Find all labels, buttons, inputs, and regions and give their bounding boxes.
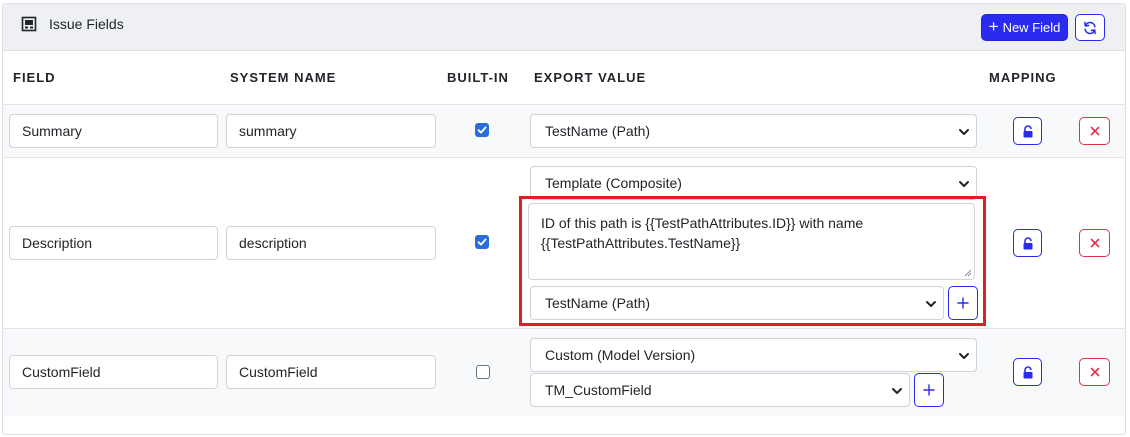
resize-handle-icon[interactable]	[963, 268, 972, 277]
template-textarea[interactable]: ID of this path is {{TestPathAttributes.…	[528, 203, 975, 280]
delete-field-button[interactable]	[1079, 229, 1110, 257]
system-name-input[interactable]: summary	[226, 114, 436, 148]
field-name-value: Description	[22, 235, 93, 251]
mapping-lock-button[interactable]	[1013, 358, 1042, 386]
insert-attribute-button[interactable]	[948, 286, 978, 320]
system-name-value: summary	[239, 123, 297, 139]
built-in-checkbox[interactable]	[475, 123, 489, 137]
system-name-input[interactable]: CustomField	[226, 355, 436, 389]
field-name-input[interactable]: Summary	[9, 114, 218, 148]
template-line: ID of this path is {{TestPathAttributes.…	[541, 215, 864, 231]
built-in-checkbox[interactable]	[475, 235, 489, 249]
field-name-input[interactable]: CustomField	[9, 355, 218, 389]
column-header-built-in: BUILT-IN	[447, 70, 509, 85]
field-name-input[interactable]: Description	[9, 226, 218, 260]
chevron-down-icon	[959, 353, 969, 359]
chevron-down-icon	[926, 301, 936, 307]
close-icon	[1090, 238, 1099, 248]
attribute-select[interactable]: TestName (Path)	[530, 286, 944, 320]
refresh-button[interactable]	[1075, 14, 1105, 41]
column-header-mapping: MAPPING	[989, 70, 1057, 85]
chevron-down-icon	[959, 181, 969, 187]
plus-icon	[957, 297, 969, 309]
export-type-select[interactable]: TestName (Path)	[530, 114, 977, 148]
mapping-lock-button[interactable]	[1013, 229, 1042, 257]
lock-icon	[1023, 365, 1032, 378]
export-type-value: Custom (Model Version)	[545, 347, 696, 363]
page-title: Issue Fields	[49, 16, 124, 32]
row-divider	[3, 157, 1125, 158]
plus-icon: +	[988, 17, 999, 36]
field-name-value: CustomField	[22, 364, 101, 380]
refresh-icon	[1084, 21, 1096, 34]
lock-icon	[1023, 236, 1032, 249]
mapping-lock-button[interactable]	[1013, 117, 1042, 145]
export-type-value: TestName (Path)	[545, 123, 651, 139]
column-header-field: FIELD	[13, 70, 56, 85]
chevron-down-icon	[892, 388, 902, 394]
delete-field-button[interactable]	[1079, 117, 1110, 145]
attribute-select[interactable]: TM_CustomField	[530, 373, 910, 407]
panel-header: Issue Fields + New Field	[3, 4, 1125, 51]
built-in-checkbox[interactable]	[476, 365, 490, 379]
column-header-system-name: SYSTEM NAME	[230, 70, 337, 85]
export-type-value: Template (Composite)	[545, 175, 682, 191]
export-type-select[interactable]: Template (Composite)	[530, 166, 977, 200]
system-name-value: description	[239, 235, 307, 251]
column-header-export-value: EXPORT VALUE	[534, 70, 647, 85]
field-name-value: Summary	[22, 123, 82, 139]
table-icon	[21, 16, 37, 32]
chevron-down-icon	[959, 129, 969, 135]
lock-icon	[1023, 124, 1032, 137]
attribute-value: TM_CustomField	[545, 382, 652, 398]
delete-field-button[interactable]	[1079, 358, 1110, 386]
close-icon	[1090, 126, 1099, 136]
system-name-input[interactable]: description	[226, 226, 436, 260]
close-icon	[1090, 367, 1099, 377]
plus-icon	[923, 384, 935, 396]
export-type-select[interactable]: Custom (Model Version)	[530, 338, 977, 372]
insert-attribute-button[interactable]	[914, 373, 944, 407]
new-field-label: New Field	[1002, 20, 1061, 35]
new-field-button[interactable]: + New Field	[981, 14, 1068, 41]
template-line: {{TestPathAttributes.TestName}}	[541, 235, 741, 251]
system-name-value: CustomField	[239, 364, 318, 380]
attribute-value: TestName (Path)	[545, 295, 651, 311]
